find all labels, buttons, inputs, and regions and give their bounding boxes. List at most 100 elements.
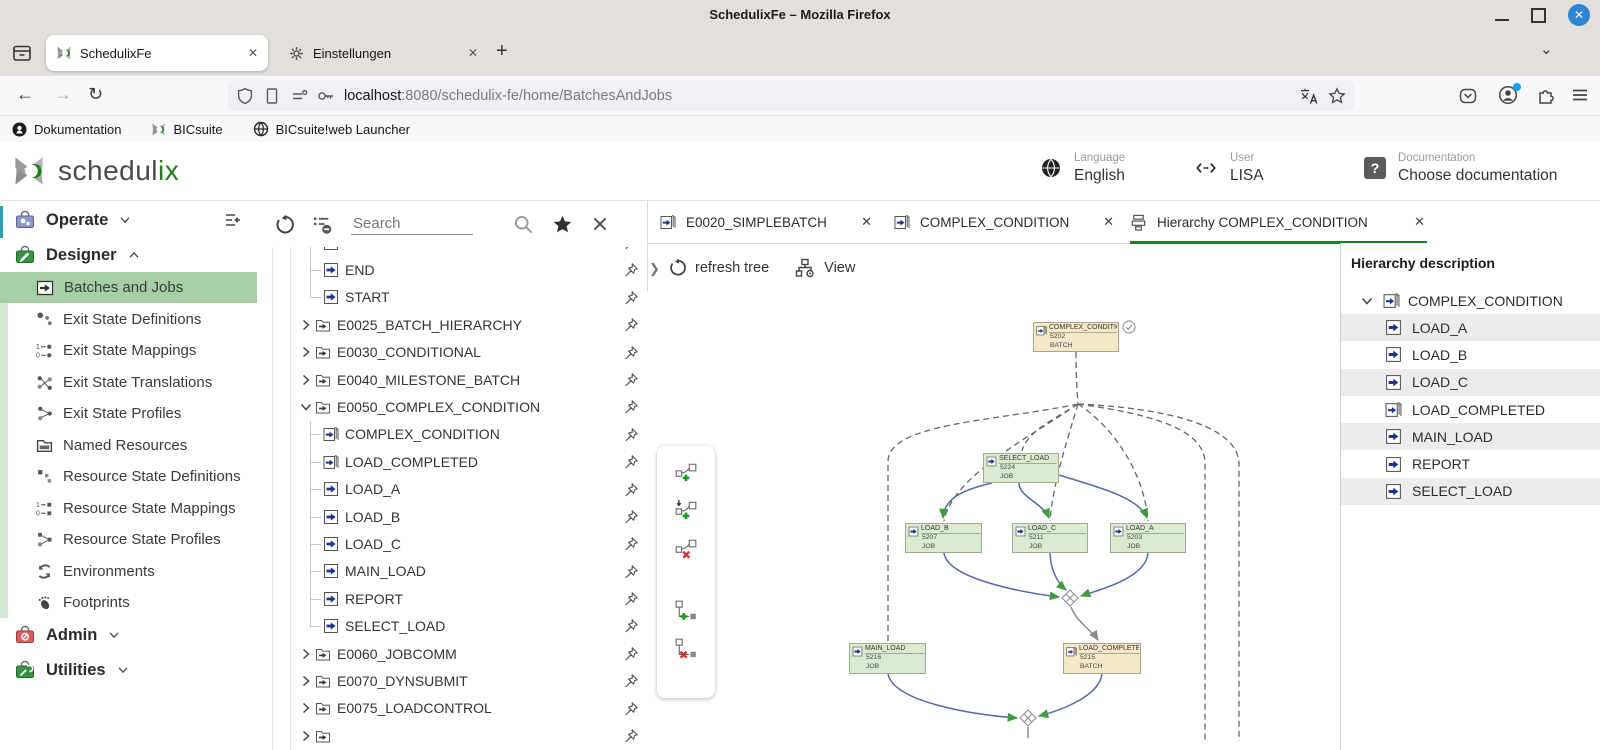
tree-row-e0030[interactable]: E0030_CONDITIONAL	[257, 339, 647, 366]
expand-chevron-icon[interactable]	[297, 317, 315, 333]
insert-dependency-icon[interactable]	[674, 499, 698, 523]
password-key-icon[interactable]	[317, 87, 335, 105]
pin-icon[interactable]	[623, 646, 639, 662]
tab-manager-icon[interactable]	[11, 42, 33, 64]
pin-icon[interactable]	[623, 673, 639, 689]
maximize-button[interactable]	[1531, 8, 1546, 23]
minimize-button[interactable]	[1495, 19, 1509, 21]
search-input[interactable]	[351, 213, 473, 235]
graph-node-load-a[interactable]: LOAD_A 5203 JOB	[1110, 523, 1186, 553]
sidebar-item-resource-state-profiles[interactable]: Resource State Profiles	[0, 524, 257, 555]
doc-tab-complex-condition[interactable]: COMPLEX_CONDITION ✕	[894, 201, 1114, 243]
graph-node-main-load[interactable]: MAIN_LOAD 5216 JOB	[849, 643, 926, 674]
tree-row-report[interactable]: REPORT	[257, 585, 647, 612]
tree-row-e0050[interactable]: E0050_COMPLEX_CONDITION	[257, 393, 647, 420]
hierarchy-row-select-load[interactable]: SELECT_LOAD	[1341, 478, 1600, 505]
browser-tab-schedulixfe[interactable]: SchedulixFe ✕	[46, 35, 268, 71]
browser-tab-einstellungen[interactable]: Einstellungen ✕	[278, 35, 488, 71]
tree-row-main-load[interactable]: MAIN_LOAD	[257, 558, 647, 585]
pin-icon[interactable]	[623, 427, 639, 443]
doc-tab-hierarchy-complex-condition[interactable]: Hierarchy COMPLEX_CONDITION ✕	[1130, 201, 1425, 243]
sidebar-section-operate[interactable]: Operate	[0, 204, 257, 236]
clear-search-icon[interactable]	[591, 215, 609, 233]
tree-row-partial[interactable]	[257, 247, 647, 256]
sidebar-item-batches-and-jobs[interactable]: Batches and Jobs	[0, 272, 257, 303]
close-button[interactable]: ✕	[1568, 4, 1590, 26]
doc-tab-e0020-simplebatch[interactable]: E0020_SIMPLEBATCH ✕	[660, 201, 872, 243]
tree-row-load-b[interactable]: LOAD_B	[257, 503, 647, 530]
shield-icon[interactable]	[236, 87, 254, 105]
bookmark-bicsuite-web-launcher[interactable]: BICsuite!web Launcher	[253, 121, 410, 137]
refresh-tree-button[interactable]: refresh tree	[667, 258, 769, 277]
page-info-icon[interactable]	[263, 87, 281, 105]
extensions-puzzle-icon[interactable]	[1536, 85, 1556, 105]
expand-chevron-icon[interactable]	[297, 372, 315, 388]
tree-row-load-completed[interactable]: LOAD_COMPLETED	[257, 448, 647, 475]
add-child-node-icon[interactable]	[674, 599, 698, 623]
tree-row-end[interactable]: END	[257, 256, 647, 283]
reload-button[interactable]: ↻	[88, 84, 103, 105]
expand-chevron-icon[interactable]	[297, 344, 315, 360]
favorites-star-icon[interactable]	[552, 214, 573, 235]
sidebar-item-exit-state-profiles[interactable]: Exit State Profiles	[0, 398, 257, 429]
sidebar-item-footprints[interactable]: Footprints	[0, 587, 257, 618]
tree-row-complex-condition[interactable]: COMPLEX_CONDITION	[257, 421, 647, 448]
back-button[interactable]: ←	[16, 84, 34, 105]
search-icon[interactable]	[513, 214, 534, 235]
tab-close-icon[interactable]: ✕	[1414, 214, 1425, 230]
url-bar[interactable]: localhost:8080/schedulix-fe/home/Batches…	[228, 80, 1354, 111]
graph-node-load-b[interactable]: LOAD_B 5207 JOB	[905, 523, 982, 553]
pin-icon[interactable]	[623, 728, 639, 744]
hierarchy-row-main-load[interactable]: MAIN_LOAD	[1341, 423, 1600, 450]
bookmark-star-icon[interactable]	[1328, 87, 1346, 105]
pin-icon[interactable]	[623, 247, 639, 251]
pin-icon[interactable]	[623, 618, 639, 634]
tree-row-e0040[interactable]: E0040_MILESTONE_BATCH	[257, 366, 647, 393]
pocket-icon[interactable]	[1458, 86, 1478, 106]
tree-row-start[interactable]: START	[257, 284, 647, 311]
tree-row-e0070[interactable]: E0070_DYNSUBMIT	[257, 667, 647, 694]
refresh-icon[interactable]	[273, 214, 294, 235]
hierarchy-row-report[interactable]: REPORT	[1341, 451, 1600, 478]
pin-icon[interactable]	[623, 482, 639, 498]
documentation-value[interactable]: Choose documentation	[1398, 167, 1557, 184]
pin-icon[interactable]	[623, 591, 639, 607]
expand-chev-icon[interactable]	[297, 700, 315, 716]
sidebar-section-designer[interactable]: Designer	[0, 239, 257, 271]
language-value[interactable]: English	[1074, 167, 1125, 184]
tab-close-icon[interactable]: ✕	[861, 214, 872, 230]
tab-close-icon[interactable]: ✕	[1103, 214, 1114, 230]
tab-overflow-chevron-icon[interactable]: ⌄	[1540, 40, 1553, 58]
bookmark-bicsuite[interactable]: BICsuite	[151, 122, 222, 137]
user-menu[interactable]: User LISA	[1194, 151, 1264, 185]
sidebar-item-environments[interactable]: Environments	[0, 556, 257, 587]
forward-button[interactable]: →	[54, 84, 72, 105]
tree-scroll-area[interactable]: END START E0025_BATCH_HIERARCHY E0030_CO…	[257, 247, 647, 750]
tree-row-e0025[interactable]: E0025_BATCH_HIERARCHY	[257, 311, 647, 338]
tree-row-partial-bottom[interactable]	[257, 722, 647, 749]
sidebar-section-utilities[interactable]: Utilities	[0, 654, 257, 686]
pin-icon[interactable]	[623, 345, 639, 361]
pin-icon[interactable]	[623, 290, 639, 306]
sidebar-item-resource-state-definitions[interactable]: Resource State Definitions	[0, 461, 257, 492]
sidebar-section-admin[interactable]: Admin	[0, 619, 257, 651]
hierarchy-row-load-completed[interactable]: LOAD_COMPLETED	[1341, 396, 1600, 423]
new-tab-button[interactable]: +	[496, 40, 508, 63]
tree-row-select-load[interactable]: SELECT_LOAD	[257, 612, 647, 639]
translate-icon[interactable]	[1299, 87, 1319, 105]
sidebar-item-named-resources[interactable]: Named Resources	[0, 430, 257, 461]
bookmark-dokumentation[interactable]: Dokumentation	[12, 122, 121, 137]
hierarchy-row-load-c[interactable]: LOAD_C	[1341, 369, 1600, 396]
expand-chevron-icon[interactable]	[297, 673, 315, 689]
hierarchy-graph-canvas[interactable]: COMPLEX_CONDITION 5202 BATCH SELECT_LOAD…	[647, 291, 1340, 750]
sidebar-item-exit-state-mappings[interactable]: Exit State Mappings	[0, 335, 257, 366]
pin-icon[interactable]	[623, 701, 639, 717]
sidebar-item-resource-state-mappings[interactable]: Resource State Mappings	[0, 493, 257, 524]
tree-row-load-c[interactable]: LOAD_C	[257, 530, 647, 557]
graph-node-load-c[interactable]: LOAD_C 5211 JOB	[1012, 523, 1088, 553]
user-value[interactable]: LISA	[1230, 167, 1264, 184]
hierarchy-row-load-b[interactable]: LOAD_B	[1341, 341, 1600, 368]
url-text[interactable]: localhost:8080/schedulix-fe/home/Batches…	[344, 88, 1290, 104]
pin-icon[interactable]	[623, 536, 639, 552]
sidebar-item-exit-state-translations[interactable]: Exit State Translations	[0, 367, 257, 398]
